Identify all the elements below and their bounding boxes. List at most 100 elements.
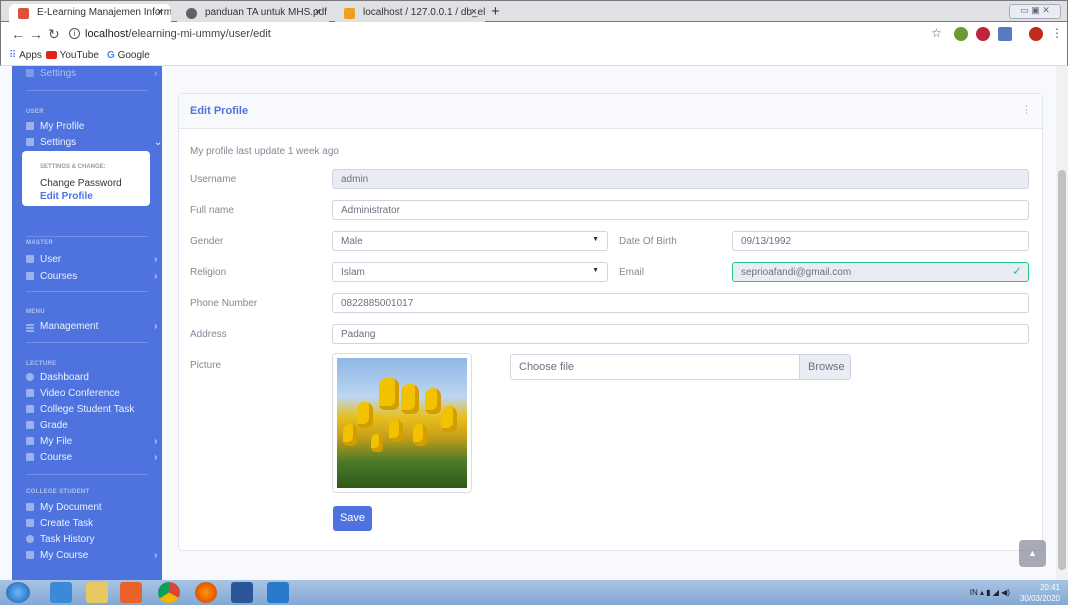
sidebar-item-task-history[interactable]: Task History — [26, 534, 94, 545]
chevron-right-icon: › — [154, 254, 158, 265]
save-button[interactable]: Save — [333, 506, 372, 531]
submenu-item-change-password[interactable]: Change Password — [40, 178, 122, 189]
phone-field[interactable]: 0822885001017 — [332, 293, 1029, 313]
book-icon — [26, 272, 34, 280]
chevron-right-icon: › — [154, 271, 158, 282]
scrollbar-thumb[interactable] — [1058, 170, 1066, 570]
card-header: Edit Profile ⋮ — [179, 94, 1042, 129]
tab-label: E-Learning Manajemen Informat — [37, 7, 171, 18]
bookmark-youtube[interactable]: YouTube — [46, 50, 99, 61]
gender-select[interactable]: Male ▼ — [332, 231, 608, 251]
submenu-item-edit-profile[interactable]: Edit Profile — [40, 191, 93, 202]
vscode-icon[interactable] — [267, 582, 289, 603]
sidebar-item-settings-top[interactable]: Settings › — [26, 68, 157, 79]
scroll-to-top-button[interactable]: ▲ — [1019, 540, 1046, 567]
reload-icon[interactable]: ↻ — [48, 26, 60, 43]
address-bar: ← → ↻ i localhost/elearning-mi-ummy/user… — [0, 22, 1068, 46]
sidebar-heading-college-student: COLLEGE STUDENT — [26, 489, 90, 495]
extension-icon[interactable] — [954, 27, 968, 41]
last-update-text: My profile last update 1 week ago — [190, 146, 339, 157]
tab-label: panduan TA untuk MHS.pdf — [205, 7, 327, 18]
back-arrow-icon[interactable]: ← — [11, 26, 25, 42]
url-path: /elearning-mi-ummy/user/edit — [128, 28, 271, 40]
sidebar-item-courses[interactable]: Courses › — [26, 271, 157, 282]
sidebar-heading-lecture: LECTURE — [26, 361, 57, 367]
sidebar-item-grade[interactable]: Grade — [26, 420, 68, 431]
sidebar-item-dashboard[interactable]: Dashboard — [26, 372, 89, 383]
bookmark-google[interactable]: G Google — [107, 50, 150, 61]
username-field[interactable]: admin — [332, 169, 1029, 189]
fullname-field[interactable]: Administrator — [332, 200, 1029, 220]
divider — [26, 236, 148, 237]
book-icon — [26, 453, 34, 461]
sidebar-item-college-student-task[interactable]: College Student Task — [26, 404, 134, 415]
sidebar-item-my-profile[interactable]: My Profile — [26, 121, 84, 132]
new-tab-button[interactable]: + — [491, 3, 500, 20]
internet-explorer-icon[interactable] — [50, 582, 72, 603]
tab-pdf[interactable]: panduan TA untuk MHS.pdf × — [177, 4, 329, 23]
window-controls[interactable]: ▭ ▣ ✕ — [1009, 4, 1061, 19]
shield-extension-icon[interactable] — [976, 27, 990, 41]
file-explorer-icon[interactable] — [86, 582, 108, 603]
media-player-icon[interactable] — [120, 582, 142, 603]
gender-label: Gender — [190, 236, 224, 247]
tab-close-icon[interactable]: × — [471, 6, 477, 18]
email-field[interactable]: seprioafandi@gmail.com ✓ — [732, 262, 1029, 282]
profile-avatar-icon[interactable] — [1029, 27, 1043, 41]
url-field[interactable]: localhost/elearning-mi-ummy/user/edit — [85, 28, 271, 40]
clock[interactable]: 20:41 30/03/2020 — [1020, 582, 1060, 604]
divider — [26, 342, 148, 343]
settings-submenu: SETTINGS & CHANGE: Change Password Edit … — [22, 151, 150, 206]
fullname-label: Full name — [190, 205, 234, 216]
sidebar-item-video-conference[interactable]: Video Conference — [26, 388, 120, 399]
sidebar-item-user[interactable]: User › — [26, 254, 157, 265]
gear-icon — [26, 69, 34, 77]
info-icon[interactable]: i — [69, 28, 80, 39]
tab-close-icon[interactable]: × — [157, 6, 163, 18]
sidebar-item-management[interactable]: Management › — [26, 321, 157, 332]
sidebar-item-my-document[interactable]: My Document — [26, 502, 102, 513]
page-scrollbar[interactable] — [1056, 66, 1068, 580]
sidebar-item-my-file[interactable]: My File › — [26, 436, 157, 447]
system-tray[interactable]: IN ▴ ▮ ◢ ◀) — [970, 588, 1010, 597]
sidebar-item-course[interactable]: Course › — [26, 452, 157, 463]
bookmark-apps[interactable]: ⠿ Apps — [9, 50, 42, 61]
choose-file-input[interactable]: Choose file Browse — [510, 354, 851, 380]
sidebar: Settings › USER My Profile Settings ⌄ MAST… — [12, 66, 162, 580]
file-icon — [26, 405, 34, 413]
edit-icon — [26, 421, 34, 429]
email-label: Email — [619, 267, 645, 278]
word-icon[interactable] — [231, 582, 253, 603]
divider — [26, 90, 148, 91]
forward-arrow-icon[interactable]: → — [29, 26, 43, 42]
religion-select[interactable]: Islam ▼ — [332, 262, 608, 282]
ellipsis-vertical-icon[interactable]: ⋮ — [1021, 103, 1032, 116]
dob-field[interactable]: 09/13/1992 — [732, 231, 1029, 251]
caret-down-icon: ▼ — [592, 236, 599, 243]
video-icon — [26, 389, 34, 397]
taskbar: IN ▴ ▮ ◢ ◀) 20:41 30/03/2020 — [0, 580, 1068, 605]
address-field[interactable]: Padang — [332, 324, 1029, 344]
globe-icon — [186, 8, 197, 19]
star-icon[interactable]: ☆ — [931, 26, 942, 40]
tab-close-icon[interactable]: × — [315, 6, 321, 18]
url-host: localhost — [85, 28, 129, 40]
history-icon — [26, 535, 34, 543]
tab-phpmyadmin[interactable]: localhost / 127.0.0.1 / db_elearni × — [335, 4, 485, 23]
chevron-right-icon: › — [154, 321, 158, 332]
religion-label: Religion — [190, 267, 227, 278]
tab-elearning[interactable]: E-Learning Manajemen Informat × — [9, 4, 171, 23]
user-icon — [26, 122, 34, 130]
sidebar-item-create-task[interactable]: Create Task — [26, 518, 93, 529]
chevron-down-icon: ⌄ — [154, 137, 162, 148]
start-button-icon[interactable] — [6, 582, 30, 603]
sidebar-item-settings[interactable]: Settings ⌄ — [26, 137, 162, 148]
translate-extension-icon[interactable] — [998, 27, 1012, 41]
sidebar-item-my-course[interactable]: My Course › — [26, 550, 157, 561]
menu-kebab-icon[interactable]: ⋮ — [1051, 26, 1063, 40]
firefox-icon[interactable] — [195, 582, 217, 603]
chrome-icon[interactable] — [158, 582, 180, 603]
browse-button[interactable]: Browse — [799, 355, 850, 379]
profile-picture — [332, 353, 472, 493]
submenu-heading: SETTINGS & CHANGE: — [40, 164, 106, 170]
